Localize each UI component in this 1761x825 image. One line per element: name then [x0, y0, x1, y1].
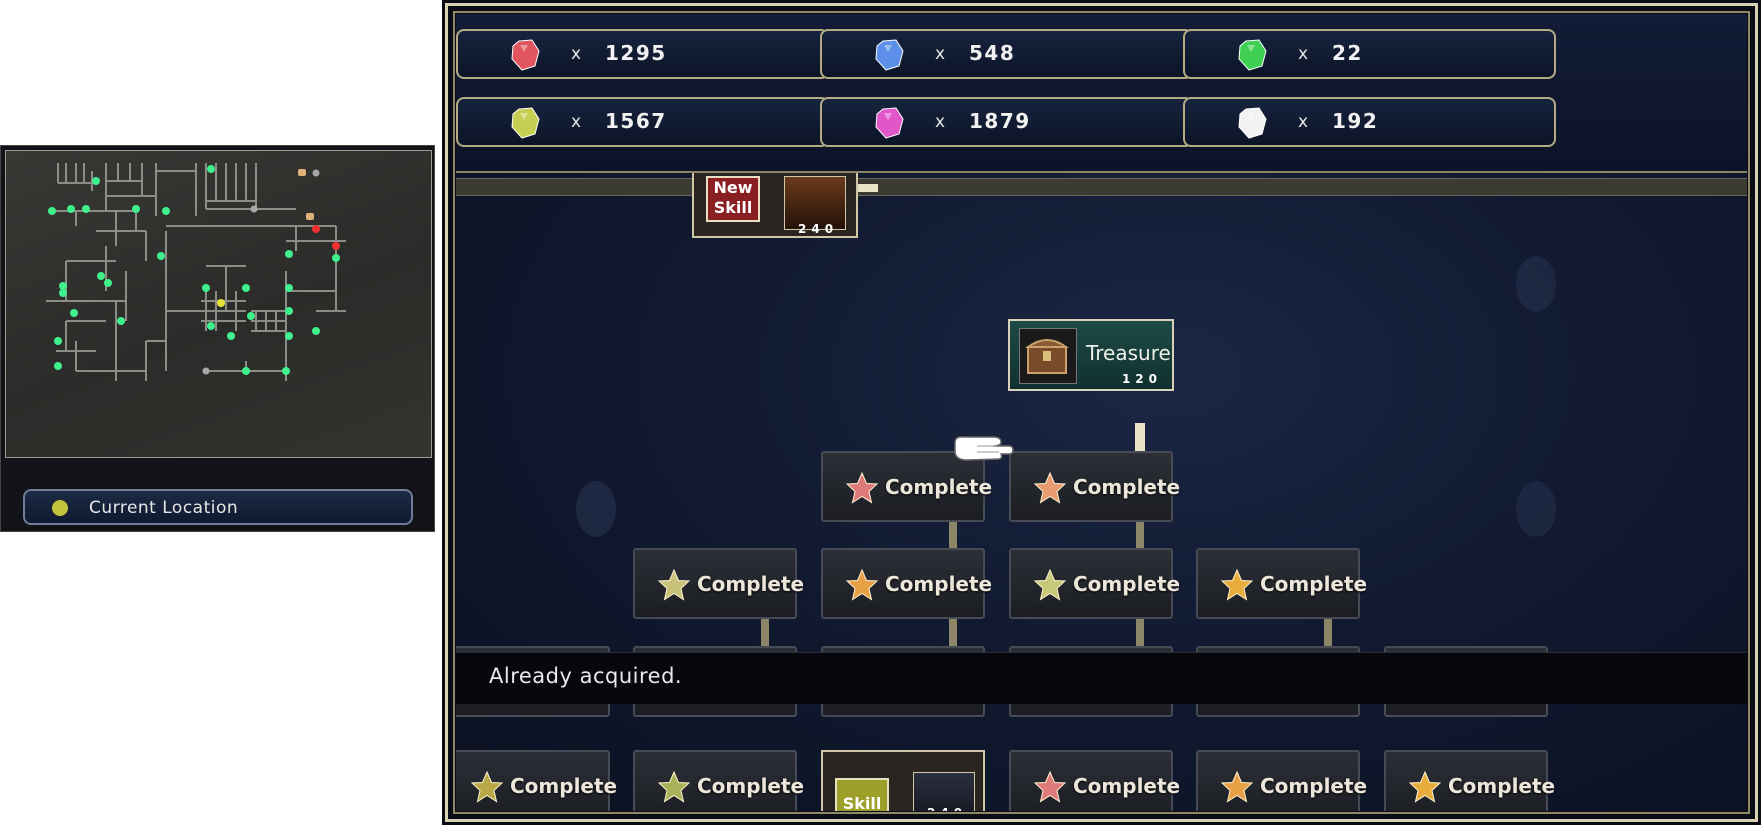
star-icon [1033, 770, 1067, 803]
gem-multiplier: x [1298, 44, 1309, 64]
star-icon [657, 568, 691, 601]
yellow-gem-icon [511, 107, 540, 139]
dungeon-minimap [5, 150, 432, 458]
node-label: Complete [1073, 475, 1181, 499]
treasure-label: Treasure [1086, 341, 1171, 365]
star-icon [1408, 770, 1442, 803]
minimap-paths [46, 163, 346, 381]
node-label: Complete [1073, 774, 1181, 798]
new-skill-line1: New [713, 178, 753, 197]
star-icon [845, 568, 879, 601]
node-label: Complete [885, 475, 993, 499]
skill-card-top-partial[interactable]: New Skill 240 [692, 170, 858, 238]
node-label: Complete [1448, 774, 1556, 798]
gem-multiplier: x [935, 44, 946, 64]
skill-cost: 240 [927, 806, 967, 811]
connector [858, 184, 878, 192]
connector [949, 616, 957, 648]
star-icon [845, 471, 879, 504]
red-gem-icon [511, 39, 540, 71]
gem-counter-blue: x 548 [820, 29, 1193, 79]
treasure-card[interactable]: Treasure 120 [1008, 319, 1174, 391]
node-label: Complete [510, 774, 618, 798]
gem-multiplier: x [571, 112, 582, 132]
skill-tag: Skill [835, 778, 889, 811]
skill-node[interactable]: Complete [1196, 548, 1367, 619]
skill-node[interactable]: Complete [1009, 750, 1180, 811]
gem-counter-white: x 192 [1183, 97, 1556, 147]
node-label: Complete [1260, 572, 1368, 596]
legend-bar: Current Location [23, 489, 413, 525]
star-icon [657, 770, 691, 803]
gem-count: 1879 [969, 109, 1031, 133]
treasure-chest-icon [1019, 328, 1077, 384]
current-location-dot-icon [52, 500, 68, 516]
new-skill-line2: Skill [713, 198, 753, 217]
gem-counter-red: x 1295 [456, 29, 829, 79]
gem-count: 1567 [605, 109, 667, 133]
node-label: Complete [697, 774, 805, 798]
gem-count: 1295 [605, 41, 667, 65]
node-label: Complete [1260, 774, 1368, 798]
skill-cost: 240 [798, 222, 839, 236]
gem-counter-yellow: x 1567 [456, 97, 829, 147]
connector [1324, 616, 1332, 648]
connector [949, 519, 957, 551]
skill-board[interactable]: New Skill 240 Treasure 120 Complete Comp… [456, 14, 1747, 811]
star-icon [1033, 471, 1067, 504]
star-icon [1220, 568, 1254, 601]
gem-count: 548 [969, 41, 1016, 65]
board-rail [456, 178, 1747, 196]
node-label: Complete [697, 572, 805, 596]
skill-node[interactable]: Complete [456, 750, 617, 811]
pink-gem-icon [875, 107, 904, 139]
skill-node[interactable]: Complete [821, 548, 992, 619]
connector [1136, 616, 1144, 648]
connector [761, 616, 769, 648]
gem-multiplier: x [935, 112, 946, 132]
skill-node[interactable]: Complete [1009, 548, 1180, 619]
gem-multiplier: x [571, 44, 582, 64]
skill-card-bottom-partial[interactable]: Skill 240 [821, 750, 985, 811]
message-text: Already acquired. [489, 664, 683, 688]
treasure-cost: 120 [1121, 372, 1162, 386]
gem-count: 22 [1332, 41, 1363, 65]
legend-label: Current Location [89, 498, 239, 518]
connector [1136, 519, 1144, 551]
pointer-hand-icon [954, 436, 1014, 461]
node-label: Complete [1073, 572, 1181, 596]
gem-counter-green: x 22 [1183, 29, 1556, 79]
gem-counter-pink: x 1879 [820, 97, 1193, 147]
skill-node[interactable]: Complete [1009, 451, 1180, 522]
minimap-panel: Current Location [0, 145, 435, 532]
new-skill-tag: New Skill [706, 176, 760, 222]
skill-node[interactable]: Complete [1196, 750, 1367, 811]
gem-multiplier: x [1298, 112, 1309, 132]
green-gem-icon [1238, 39, 1267, 71]
skill-tag-label: Skill [842, 794, 882, 811]
skill-node[interactable]: Complete [633, 750, 804, 811]
star-icon [470, 770, 504, 803]
skill-board-window: New Skill 240 Treasure 120 Complete Comp… [442, 0, 1761, 825]
skill-node[interactable]: Complete [1384, 750, 1555, 811]
skill-node[interactable]: Complete [633, 548, 804, 619]
gem-count: 192 [1332, 109, 1379, 133]
white-gem-icon [1238, 107, 1267, 139]
node-label: Complete [885, 572, 993, 596]
star-icon [1033, 568, 1067, 601]
connector [1135, 423, 1145, 451]
star-icon [1220, 770, 1254, 803]
message-bar: Already acquired. [456, 652, 1747, 704]
gem-currency-bar: x 1295 x 548 x 22 x 1567 x 1879 x 192 [456, 14, 1747, 173]
blue-gem-icon [875, 39, 904, 71]
